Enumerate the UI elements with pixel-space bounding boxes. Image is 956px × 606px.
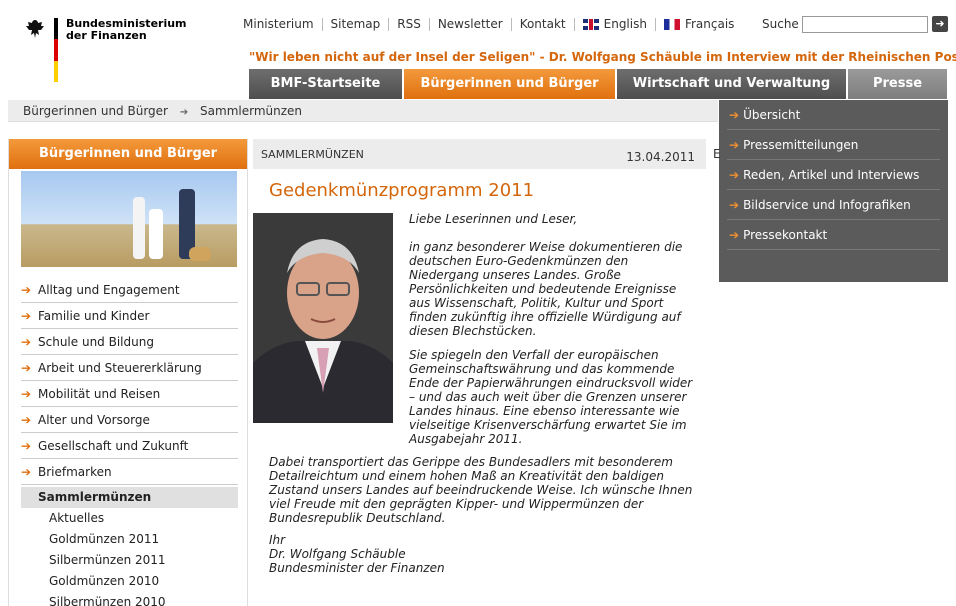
meta-link-sitemap[interactable]: Sitemap [331,17,381,31]
breadcrumb-arrow-icon: ➔ [179,107,189,118]
sidebar-item-label: Arbeit und Steuererklärung [38,361,202,375]
ministry-name-line2: der Finanzen [66,29,147,42]
language-english-link[interactable]: English [604,17,647,31]
presse-menu-item-label: Bildservice und Infografiken [743,198,911,212]
tab-bmf-startseite[interactable]: BMF-Startseite [249,69,402,99]
ministry-logo[interactable]: Bundesministerium der Finanzen [24,18,187,82]
arrow-right-icon: ➔ [729,138,740,152]
presse-menu-item-label: Pressekontakt [743,228,828,242]
sidebar-item-label: Alltag und Engagement [38,283,180,297]
arrow-right-icon: ➔ [21,361,32,375]
minister-portrait [253,213,393,423]
breadcrumb-item-sammlermuenzen[interactable]: Sammlermünzen [200,104,302,118]
sidebar-subitem-aktuelles[interactable]: Aktuelles [49,508,247,529]
presse-menu-item-bildservice[interactable]: ➔ Bildservice und Infografiken [727,190,940,220]
arrow-right-icon: ➔ [21,335,32,349]
presse-menu-item-label: Pressemitteilungen [743,138,859,152]
signature-title: Bundesminister der Finanzen [269,561,445,575]
search-input[interactable] [802,16,928,33]
tab-presse[interactable]: Presse [848,69,947,99]
sidebar-item-briefmarken[interactable]: ➔ Briefmarken [21,459,238,485]
sidebar-item-mobilitaet[interactable]: ➔ Mobilität und Reisen [21,381,238,407]
meta-link-newsletter[interactable]: Newsletter [438,17,503,31]
sidebar-item-alter[interactable]: ➔ Alter und Vorsorge [21,407,238,433]
section-label: SAMMLERMÜNZEN [261,148,364,161]
arrow-right-icon: ➔ [21,283,32,297]
content-header: SAMMLERMÜNZEN 13.04.2011 [253,139,706,169]
tab-buergerinnen-und-buerger[interactable]: Bürgerinnen und Bürger [404,69,615,99]
arrow-right-icon: ➔ [21,387,32,401]
paragraph-1: in ganz besonderer Weise dokumentieren d… [409,240,683,338]
ministry-name: Bundesministerium der Finanzen [66,18,187,42]
meta-link-rss[interactable]: RSS [397,17,421,31]
main-navigation: BMF-Startseite Bürgerinnen und Bürger Wi… [249,69,947,99]
presse-dropdown-menu: ➔ Übersicht ➔ Pressemitteilungen ➔ Reden, A… [719,100,948,282]
tab-wirtschaft-und-verwaltung[interactable]: Wirtschaft und Verwaltung [617,69,846,99]
signature-line-1: Ihr [269,533,286,547]
presse-menu-item-label: Reden, Artikel und Interviews [743,168,920,182]
sidebar-subitem-goldmuenzen-2011[interactable]: Goldmünzen 2011 [49,529,247,550]
sidebar-subitem-silbermuenzen-2010[interactable]: Silbermünzen 2010 [49,592,247,606]
teaser-link[interactable]: "Wir leben nicht auf der Insel der Selig… [249,50,956,64]
meta-link-ministerium[interactable]: Ministerium [243,17,314,31]
greeting: Liebe Leserinnen und Leser, [409,212,578,226]
arrow-right-icon: ➔ [21,413,32,427]
sidebar-item-sammlermuenzen[interactable]: Sammlermünzen [21,487,238,508]
presse-menu-item-reden[interactable]: ➔ Reden, Artikel und Interviews [727,160,940,190]
sidebar-item-label: Mobilität und Reisen [38,387,161,401]
sidebar-item-gesellschaft[interactable]: ➔ Gesellschaft und Zukunft [21,433,238,459]
sidebar-subitem-silbermuenzen-2011[interactable]: Silbermünzen 2011 [49,550,247,571]
sidebar-subitem-goldmuenzen-2010[interactable]: Goldmünzen 2010 [49,571,247,592]
meta-link-kontakt[interactable]: Kontakt [520,17,566,31]
meta-navigation: Ministerium Sitemap RSS Newsletter Konta… [243,17,734,31]
german-flag-stripe [54,18,58,82]
search-label: Suche [762,17,799,31]
arrow-right-icon: ➔ [729,108,740,122]
sidebar-item-label: Briefmarken [38,465,112,479]
sidebar-item-label: Gesellschaft und Zukunft [38,439,189,453]
sidebar-item-arbeit[interactable]: ➔ Arbeit und Steuererklärung [21,355,238,381]
presse-menu-item-pressekontakt[interactable]: ➔ Pressekontakt [727,220,940,250]
sidebar-item-label: Schule und Bildung [38,335,154,349]
signature-name: Dr. Wolfgang Schäuble [269,547,406,561]
page-title: Gedenkmünzprogramm 2011 [269,180,535,201]
breadcrumb: Bürgerinnen und Bürger ➔ Sammlermünzen [8,100,718,122]
uk-flag-icon [582,18,599,30]
publish-date: 13.04.2011 [626,150,695,164]
arrow-right-icon: ➔ [729,228,740,242]
family-photo [21,171,237,267]
arrow-right-icon: ➔ [21,465,32,479]
arrow-right-icon: ➜ [935,17,945,30]
paragraph-3: Dabei transportiert das Gerippe des Bund… [269,455,693,525]
sidebar-item-alltag[interactable]: ➔ Alltag und Engagement [21,277,238,303]
presse-menu-item-uebersicht[interactable]: ➔ Übersicht [727,100,940,130]
sidebar-item-familie[interactable]: ➔ Familie und Kinder [21,303,238,329]
france-flag-icon [663,18,680,30]
sidebar-item-schule[interactable]: ➔ Schule und Bildung [21,329,238,355]
search-submit-button[interactable]: ➜ [932,16,948,32]
sidebar-item-label: Familie und Kinder [38,309,150,323]
partial-text: E [713,147,721,161]
arrow-right-icon: ➔ [729,198,740,212]
language-francais-link[interactable]: Français [685,17,734,31]
breadcrumb-item-buergerinnen[interactable]: Bürgerinnen und Bürger [23,104,168,118]
paragraph-2: Sie spiegeln den Verfall der europäische… [409,348,693,446]
arrow-right-icon: ➔ [21,309,32,323]
presse-menu-item-pressemitteilungen[interactable]: ➔ Pressemitteilungen [727,130,940,160]
presse-menu-item-label: Übersicht [743,108,801,122]
arrow-right-icon: ➔ [21,439,32,453]
sidebar: Bürgerinnen und Bürger ➔ Alltag und Engag… [8,139,248,606]
sidebar-item-label: Alter und Vorsorge [38,413,150,427]
arrow-right-icon: ➔ [729,168,740,182]
federal-eagle-icon [26,20,44,38]
sidebar-heading: Bürgerinnen und Bürger [9,139,247,169]
